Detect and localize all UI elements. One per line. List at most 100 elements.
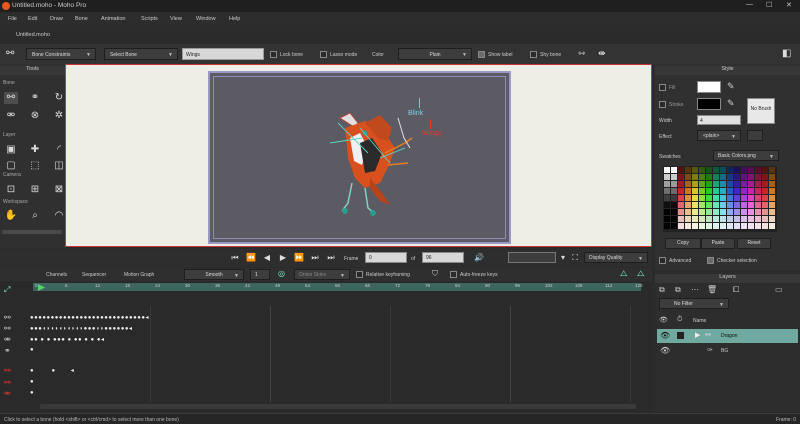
color-swatch[interactable] [713,195,719,201]
color-swatch[interactable] [762,195,768,201]
no-brush-button[interactable]: No Brush [747,98,775,124]
color-swatch[interactable] [748,223,754,229]
color-swatch[interactable] [678,209,684,215]
color-swatch[interactable] [671,209,677,215]
maximize-button[interactable]: ☐ [766,1,772,9]
color-swatch[interactable] [678,174,684,180]
stroke-checkbox[interactable] [659,101,666,108]
color-swatch[interactable] [762,223,768,229]
move-layer-tool-icon[interactable]: ✚ [28,144,42,156]
step-back-key-icon[interactable]: ⏪ [246,253,256,263]
keyframe-track[interactable]: ● ● ◂ [30,367,74,377]
camera-tool-1-icon[interactable]: ⊡ [4,184,18,196]
color-swatch[interactable] [713,209,719,215]
color-swatch[interactable] [748,167,754,173]
color-swatch[interactable] [734,174,740,180]
timeline-expand-icon[interactable]: ⤢ [4,285,10,295]
color-swatch[interactable] [727,167,733,173]
color-swatch[interactable] [769,174,775,180]
color-swatch[interactable] [664,181,670,187]
bone-link-tool-icon[interactable]: ⊗ [28,110,42,122]
timeline-ruler[interactable]: 0 6 12 18 24 30 36 42 48 54 60 66 72 78 84 90 96 102 108 11… [33,283,643,291]
select-bone-dropdown[interactable]: Select Bone ▼ [104,48,178,60]
color-swatch[interactable] [741,195,747,201]
color-swatch[interactable] [706,195,712,201]
color-swatch[interactable] [706,209,712,215]
color-swatch[interactable] [748,209,754,215]
color-swatch[interactable] [671,188,677,194]
reset-button[interactable]: Reset [737,238,771,249]
tab-channels[interactable]: Channels [46,272,67,278]
frame-input[interactable]: 0 [365,252,407,263]
bone-name-input[interactable]: Wings [182,48,264,60]
color-swatch[interactable] [727,174,733,180]
menu-help[interactable]: Help [229,16,240,22]
color-swatch[interactable] [755,174,761,180]
camera-tool-2-icon[interactable]: ⊞ [28,184,42,196]
color-swatch[interactable] [720,174,726,180]
step-forward-icon[interactable]: ⏩ [294,253,304,263]
color-swatch[interactable] [699,195,705,201]
fill-color-swatch[interactable] [697,81,721,93]
color-swatch[interactable] [692,195,698,201]
color-swatch[interactable] [741,216,747,222]
color-swatch[interactable] [734,195,740,201]
color-swatch[interactable] [741,167,747,173]
color-swatch[interactable] [699,223,705,229]
effect-settings-button[interactable] [747,130,763,141]
layer-visibility-icon[interactable]: 👁 [660,331,670,340]
color-swatch[interactable] [713,174,719,180]
timeline-tracks[interactable] [30,292,640,402]
color-swatch[interactable] [755,216,761,222]
color-swatch[interactable] [769,167,775,173]
color-swatch[interactable] [748,195,754,201]
color-swatch[interactable] [755,181,761,187]
color-swatch[interactable] [706,223,712,229]
color-swatch[interactable] [769,181,775,187]
color-swatch[interactable] [685,216,691,222]
color-swatch[interactable] [769,195,775,201]
delete-layer-icon[interactable]: 🗑 [707,285,717,294]
color-swatch[interactable] [706,216,712,222]
new-layer-icon[interactable]: ⧉ [659,285,665,295]
color-swatch[interactable] [706,181,712,187]
color-swatch[interactable] [678,181,684,187]
color-swatch[interactable] [692,174,698,180]
relative-keyframing-checkbox[interactable] [356,271,363,278]
document-tab[interactable]: Untitled.moho [16,32,50,38]
scale-bone-tool-icon[interactable]: ↻ [52,92,66,104]
color-swatch[interactable] [685,167,691,173]
color-swatch[interactable] [762,174,768,180]
color-swatch[interactable] [692,181,698,187]
interpolation-count-dropdown[interactable]: 1 [250,269,270,280]
expand-layer-icon[interactable]: ▶ [695,331,700,339]
color-swatch[interactable] [762,209,768,215]
tools-scrollbar[interactable] [2,230,62,234]
color-swatch[interactable] [720,209,726,215]
pan-workspace-icon[interactable]: ✋ [4,210,18,222]
select-bone-tool-icon[interactable]: ⚯ [4,92,18,104]
color-swatch[interactable] [741,202,747,208]
color-swatch[interactable] [664,167,670,173]
transform-layer-tool-icon[interactable]: ▣ [4,144,18,156]
color-swatch[interactable] [699,202,705,208]
color-swatch[interactable] [748,174,754,180]
color-swatch[interactable] [769,209,775,215]
layer-tool-6-icon[interactable]: ◫ [52,160,66,172]
color-swatch[interactable] [664,209,670,215]
color-swatch[interactable] [692,167,698,173]
dragon-artwork[interactable] [310,93,420,233]
color-swatch[interactable] [692,209,698,215]
color-swatch[interactable] [741,181,747,187]
layer-visibility-icon[interactable]: 👁 [660,346,670,355]
color-swatch[interactable] [748,188,754,194]
color-swatch[interactable] [664,202,670,208]
color-swatch[interactable] [692,188,698,194]
fill-checkbox[interactable] [659,84,666,91]
lock-bone-checkbox[interactable] [270,51,277,58]
tab-sequencer[interactable]: Sequencer [82,272,106,278]
color-swatch[interactable] [748,202,754,208]
color-swatch[interactable] [671,174,677,180]
color-swatch[interactable] [692,202,698,208]
onion-skin-icon[interactable]: ◎ [278,269,285,278]
